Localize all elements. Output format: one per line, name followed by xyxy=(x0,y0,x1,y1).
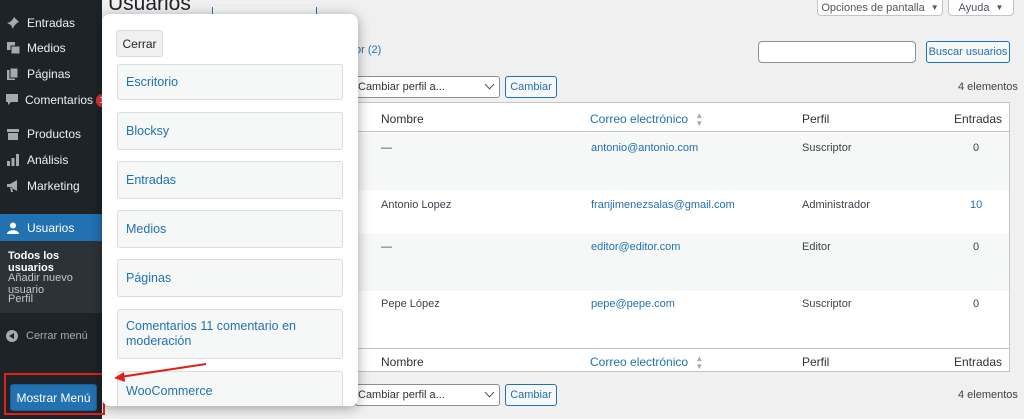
sidebar-item-label: Análisis xyxy=(27,153,69,167)
user-email[interactable]: antonio@antonio.com xyxy=(591,142,698,154)
column-name[interactable]: Nombre xyxy=(381,112,424,126)
popup-item-paginas[interactable]: Páginas xyxy=(117,259,343,297)
sidebar-item-label: Comentarios xyxy=(25,93,94,107)
user-email[interactable]: franjimenezsalas@gmail.com xyxy=(591,199,735,211)
sidebar-item-label: Usuarios xyxy=(27,220,75,235)
sort-icon: ▲ ▼ xyxy=(695,111,704,128)
user-posts: 0 xyxy=(973,241,980,253)
change-role-select-top[interactable]: Cambiar perfil a... xyxy=(355,76,500,98)
help-label: Ayuda xyxy=(958,1,990,14)
user-name: Antonio Lopez xyxy=(381,199,452,211)
sidebar-item-productos[interactable]: Productos xyxy=(0,123,102,145)
popup-item-woocommerce[interactable]: WooCommerce xyxy=(117,371,343,406)
user-name: — xyxy=(381,142,392,154)
user-posts[interactable]: 10 xyxy=(970,199,982,211)
popup-item-medios[interactable]: Medios xyxy=(117,210,343,248)
mobile-menu-popup: Cerrar Escritorio Blocksy Entradas Medio… xyxy=(102,14,358,406)
items-count-top: 4 elementos xyxy=(958,81,1018,93)
user-role: Editor xyxy=(802,241,831,253)
popup-item-comentarios[interactable]: Comentarios 11 comentario en moderación xyxy=(117,309,343,359)
media-icon xyxy=(6,41,20,55)
sidebar-item-marketing[interactable]: Marketing xyxy=(0,175,102,197)
help-button[interactable]: Ayuda ▼ xyxy=(948,0,1014,16)
search-users-button[interactable]: Buscar usuarios xyxy=(926,41,1010,63)
column-posts: Entradas xyxy=(954,112,1003,126)
sidebar-item-label: Marketing xyxy=(27,179,80,193)
caret-down-icon: ▼ xyxy=(995,3,1004,12)
popup-item-blocksy[interactable]: Blocksy xyxy=(117,112,343,150)
select-value: Cambiar perfil a... xyxy=(358,389,445,401)
user-role: Administrador xyxy=(802,199,870,211)
products-icon xyxy=(6,127,20,141)
user-posts: 0 xyxy=(973,142,980,154)
user-name: — xyxy=(381,241,392,253)
pin-icon xyxy=(6,16,20,30)
column-email-label: Correo electrónico xyxy=(590,355,689,370)
pages-icon xyxy=(6,67,20,81)
sidebar-item-label: Entradas xyxy=(27,16,76,30)
column-name[interactable]: Nombre xyxy=(381,355,424,369)
sidebar-item-label: Medios xyxy=(27,41,66,55)
sidebar-item-label: Páginas xyxy=(27,67,71,81)
column-email[interactable]: Correo electrónico ▲ ▼ xyxy=(590,355,703,371)
items-count-bottom: 4 elementos xyxy=(958,389,1018,401)
table-row: Pepe López pepe@pepe.com Suscriptor 0 xyxy=(356,291,1009,348)
close-button[interactable]: Cerrar xyxy=(116,30,163,57)
column-role: Perfil xyxy=(802,355,830,369)
table-footer: Nombre Correo electrónico ▲ ▼ Perfil Entr… xyxy=(356,348,1009,372)
change-role-select-bottom[interactable]: Cambiar perfil a... xyxy=(355,384,500,406)
users-submenu: Todos los usuarios Añadir nuevo usuario … xyxy=(0,241,102,313)
show-menu-button[interactable]: Mostrar Menú xyxy=(10,384,97,411)
sidebar-item-analisis[interactable]: Análisis xyxy=(0,149,102,171)
user-role: Suscriptor xyxy=(802,298,852,310)
table-row: — editor@editor.com Editor 0 xyxy=(356,234,1009,291)
user-role: Suscriptor xyxy=(802,142,852,154)
column-email-label: Correo electrónico xyxy=(590,112,689,127)
user-posts: 0 xyxy=(973,298,980,310)
popup-item-entradas[interactable]: Entradas xyxy=(117,161,343,199)
change-role-button-bottom[interactable]: Cambiar xyxy=(505,384,557,406)
user-name: Pepe López xyxy=(381,298,440,310)
sidebar-item-medios[interactable]: Medios xyxy=(0,37,102,59)
sidebar-item-comentarios[interactable]: Comentarios 1 xyxy=(0,89,109,111)
column-posts: Entradas xyxy=(954,355,1003,369)
user-icon xyxy=(6,221,20,235)
table-row: — antonio@antonio.com Suscriptor 0 xyxy=(356,133,1009,190)
collapse-menu-button[interactable]: Cerrar menú xyxy=(6,330,88,342)
popup-item-escritorio[interactable]: Escritorio xyxy=(117,64,343,100)
filter-link-editor[interactable]: or (2) xyxy=(355,44,381,56)
analytics-icon xyxy=(6,153,20,167)
column-email[interactable]: Correo electrónico ▲ ▼ xyxy=(590,112,703,128)
admin-sidebar: Entradas Medios Páginas Comentarios 1 Pr… xyxy=(0,0,109,419)
caret-down-icon: ▼ xyxy=(930,3,939,12)
sort-icon: ▲ ▼ xyxy=(695,354,704,371)
screen-options-label: Opciones de pantalla xyxy=(821,1,925,14)
column-role: Perfil xyxy=(802,112,830,126)
chevron-down-icon xyxy=(484,79,495,90)
chevron-down-icon xyxy=(484,387,495,398)
user-email[interactable]: pepe@pepe.com xyxy=(591,298,675,310)
sidebar-item-label: Productos xyxy=(27,127,82,141)
collapse-arrow-icon xyxy=(6,330,18,342)
sidebar-item-paginas[interactable]: Páginas xyxy=(0,63,102,85)
screen-options-button[interactable]: Opciones de pantalla ▼ xyxy=(817,0,943,16)
submenu-all-users[interactable]: Todos los usuarios xyxy=(8,250,102,274)
marketing-icon xyxy=(6,179,20,193)
collapse-menu-label: Cerrar menú xyxy=(26,330,88,342)
comments-icon xyxy=(6,93,18,107)
search-input[interactable] xyxy=(758,41,916,63)
select-value: Cambiar perfil a... xyxy=(358,81,445,93)
role-filter-links: or (2) xyxy=(355,44,381,56)
submenu-profile[interactable]: Perfil xyxy=(8,293,33,305)
user-email[interactable]: editor@editor.com xyxy=(591,241,680,253)
table-header: Nombre Correo electrónico ▲ ▼ Perfil Entr… xyxy=(356,103,1009,132)
sidebar-item-usuarios[interactable]: Usuarios xyxy=(0,214,102,241)
users-table: Nombre Correo electrónico ▲ ▼ Perfil Entr… xyxy=(355,102,1010,372)
change-role-button-top[interactable]: Cambiar xyxy=(505,76,557,98)
sidebar-item-entradas[interactable]: Entradas xyxy=(0,12,102,34)
